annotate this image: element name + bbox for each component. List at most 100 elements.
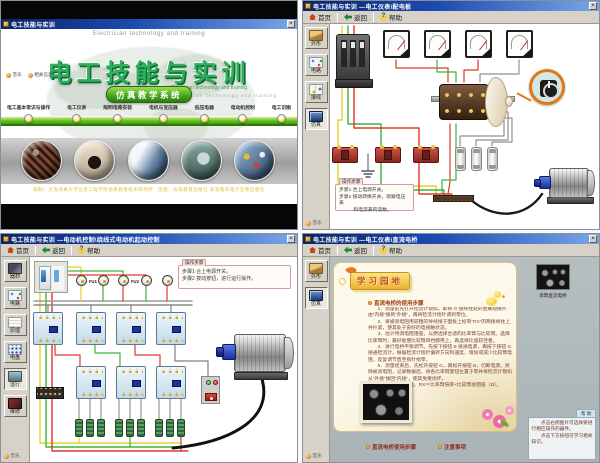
- menu-item-lighting[interactable]: 照明电路安装: [103, 104, 132, 123]
- contactor-label-plate: [132, 326, 141, 333]
- photo-components[interactable]: [234, 140, 275, 181]
- menu-item-meters[interactable]: 电工仪表: [67, 104, 86, 123]
- music-toggle[interactable]: 音乐: [6, 72, 22, 78]
- info-link[interactable]: 相关信息: [28, 72, 53, 78]
- help-panel-tab: 帮 助: [576, 409, 596, 418]
- home-button[interactable]: 首页: [4, 244, 32, 256]
- close-button[interactable]: ×: [287, 20, 295, 28]
- panel-meter-4: [506, 30, 533, 58]
- box-icon: [309, 30, 323, 41]
- contactor-label-plate: [172, 380, 181, 387]
- photo-band: [1, 138, 297, 184]
- sidebar-item-appearance[interactable]: 外形: [305, 260, 328, 282]
- menu-item-button[interactable]: [238, 114, 247, 123]
- changeover-switch[interactable]: [439, 74, 517, 132]
- back-button[interactable]: 返回: [39, 244, 68, 256]
- help-icon: [380, 14, 387, 21]
- music-toggle[interactable]: 音乐: [306, 220, 322, 226]
- sidebar-item-appearance[interactable]: 外形: [305, 27, 328, 49]
- steps-tab: 操作步骤: [339, 178, 363, 185]
- sidebar-item-label: 电盘: [5, 356, 26, 362]
- sidebar-item-simulation[interactable]: 仿真: [305, 108, 328, 130]
- sidebar-item-simulation[interactable]: 仿真: [305, 287, 328, 309]
- window-title: 电工技能与实训: [11, 20, 285, 29]
- fuse-group-label: FU1: [89, 279, 97, 284]
- contactor-label-plate: [172, 326, 181, 333]
- home-button[interactable]: 首页: [306, 11, 334, 23]
- back-button[interactable]: 返回: [341, 244, 370, 256]
- toolbar: 首页 返回 帮助: [1, 244, 297, 257]
- english-heading: Electrician technology and training: [1, 31, 297, 37]
- photo-meter[interactable]: [74, 140, 115, 181]
- emergency-button[interactable]: [205, 393, 217, 401]
- music-label: 音乐: [313, 220, 322, 226]
- fuse-link-3: [487, 147, 498, 171]
- magnifier-callout: [529, 69, 565, 105]
- home-icon: [7, 247, 14, 253]
- close-button[interactable]: ×: [589, 235, 597, 243]
- menu-item-basics[interactable]: 电工基本常识与操作: [7, 104, 50, 123]
- window-motor-control: 电工技能与实训 —电动机控制\绕线式电动机起动控制 × 首页 返回 帮助 器材 …: [0, 233, 298, 463]
- sidebar-item-circuit[interactable]: 电路: [4, 287, 27, 309]
- switch-knob-icon[interactable]: [540, 80, 557, 97]
- starting-resistor: [86, 419, 94, 437]
- motor-icon: [8, 371, 22, 382]
- sidebar-item-run[interactable]: 运行: [4, 368, 27, 390]
- circuit-breaker[interactable]: [34, 261, 68, 293]
- motor-shaft-housing: [222, 344, 236, 360]
- contactor-label-plate: [92, 326, 101, 333]
- help-panel-text: 点击右侧图片可选择要进行相应操作的器件。 点击下方按钮可学习相关知识。: [528, 417, 596, 460]
- help-button[interactable]: 帮助: [75, 244, 103, 256]
- lesson-tab-notes[interactable]: 注意事项: [438, 443, 466, 451]
- close-button[interactable]: ×: [589, 2, 597, 10]
- starting-resistor: [126, 419, 134, 437]
- breaker-flange: [335, 79, 373, 88]
- home-icon: [309, 14, 316, 20]
- menu-item-button[interactable]: [72, 114, 81, 123]
- sidebar-item-principle[interactable]: 原理: [4, 314, 27, 336]
- photo-motor[interactable]: [181, 140, 222, 181]
- menu-item-motors-transformers[interactable]: 电机与变压器: [149, 104, 178, 123]
- sidebar-item-label: 外形: [306, 42, 327, 48]
- window-title: 电工技能与实训 —电工仪表\直流电桥: [313, 235, 587, 244]
- help-label: 帮助: [389, 12, 402, 22]
- circuit-icon: [309, 57, 323, 68]
- photo-tool[interactable]: [128, 140, 169, 181]
- sidebar-item-repair[interactable]: 维修: [4, 395, 27, 417]
- home-button[interactable]: 首页: [306, 244, 334, 256]
- music-label: 音乐: [13, 72, 22, 78]
- meter-corner: [481, 48, 491, 57]
- menu-item-motor-control[interactable]: 电动机控制: [231, 104, 255, 123]
- help-button[interactable]: 帮助: [377, 11, 405, 23]
- sidebar-item-circuit[interactable]: 电路: [305, 54, 328, 76]
- menu-item-lv-apparatus[interactable]: 低压电器: [195, 104, 214, 123]
- help-button[interactable]: 帮助: [377, 244, 405, 256]
- lesson-tab-steps[interactable]: 直流电桥使用步骤: [366, 443, 416, 451]
- current-transformer-2: [375, 147, 401, 163]
- sidebar-item-equipment[interactable]: 器材: [4, 260, 27, 282]
- current-transformer-3: [413, 147, 439, 163]
- current-transformer-1: [332, 147, 358, 163]
- simulation-canvas: FU1 FU2 操作步骤 步骤1 合上电源开关。 步骤2 按动按钮，进行运行操作…: [30, 257, 297, 462]
- back-label: 返回: [354, 12, 367, 22]
- circuit-breaker[interactable]: [336, 34, 370, 80]
- panel-meter-2: [424, 30, 451, 58]
- start-button[interactable]: [206, 380, 211, 385]
- menu-item-button[interactable]: [24, 114, 33, 123]
- music-toggle[interactable]: 音乐: [306, 453, 322, 459]
- music-toggle[interactable]: 音乐: [4, 453, 20, 459]
- menu-item-drawing-reading[interactable]: 电工识图: [272, 104, 291, 123]
- back-label: 返回: [354, 245, 367, 255]
- menu-item-button[interactable]: [200, 114, 209, 123]
- back-button[interactable]: 返回: [341, 11, 370, 23]
- menu-item-button[interactable]: [277, 114, 286, 123]
- starting-resistor: [115, 419, 123, 437]
- sidebar-item-panel[interactable]: 电盘: [4, 341, 27, 363]
- menu-item-button[interactable]: [113, 114, 122, 123]
- sidebar-item-wiring[interactable]: 接线: [305, 81, 328, 103]
- device-thumbnail[interactable]: [536, 264, 570, 290]
- menu-item-button[interactable]: [159, 114, 168, 123]
- photo-wires[interactable]: [21, 140, 62, 181]
- close-button[interactable]: ×: [287, 235, 295, 243]
- home-label: 首页: [318, 12, 331, 22]
